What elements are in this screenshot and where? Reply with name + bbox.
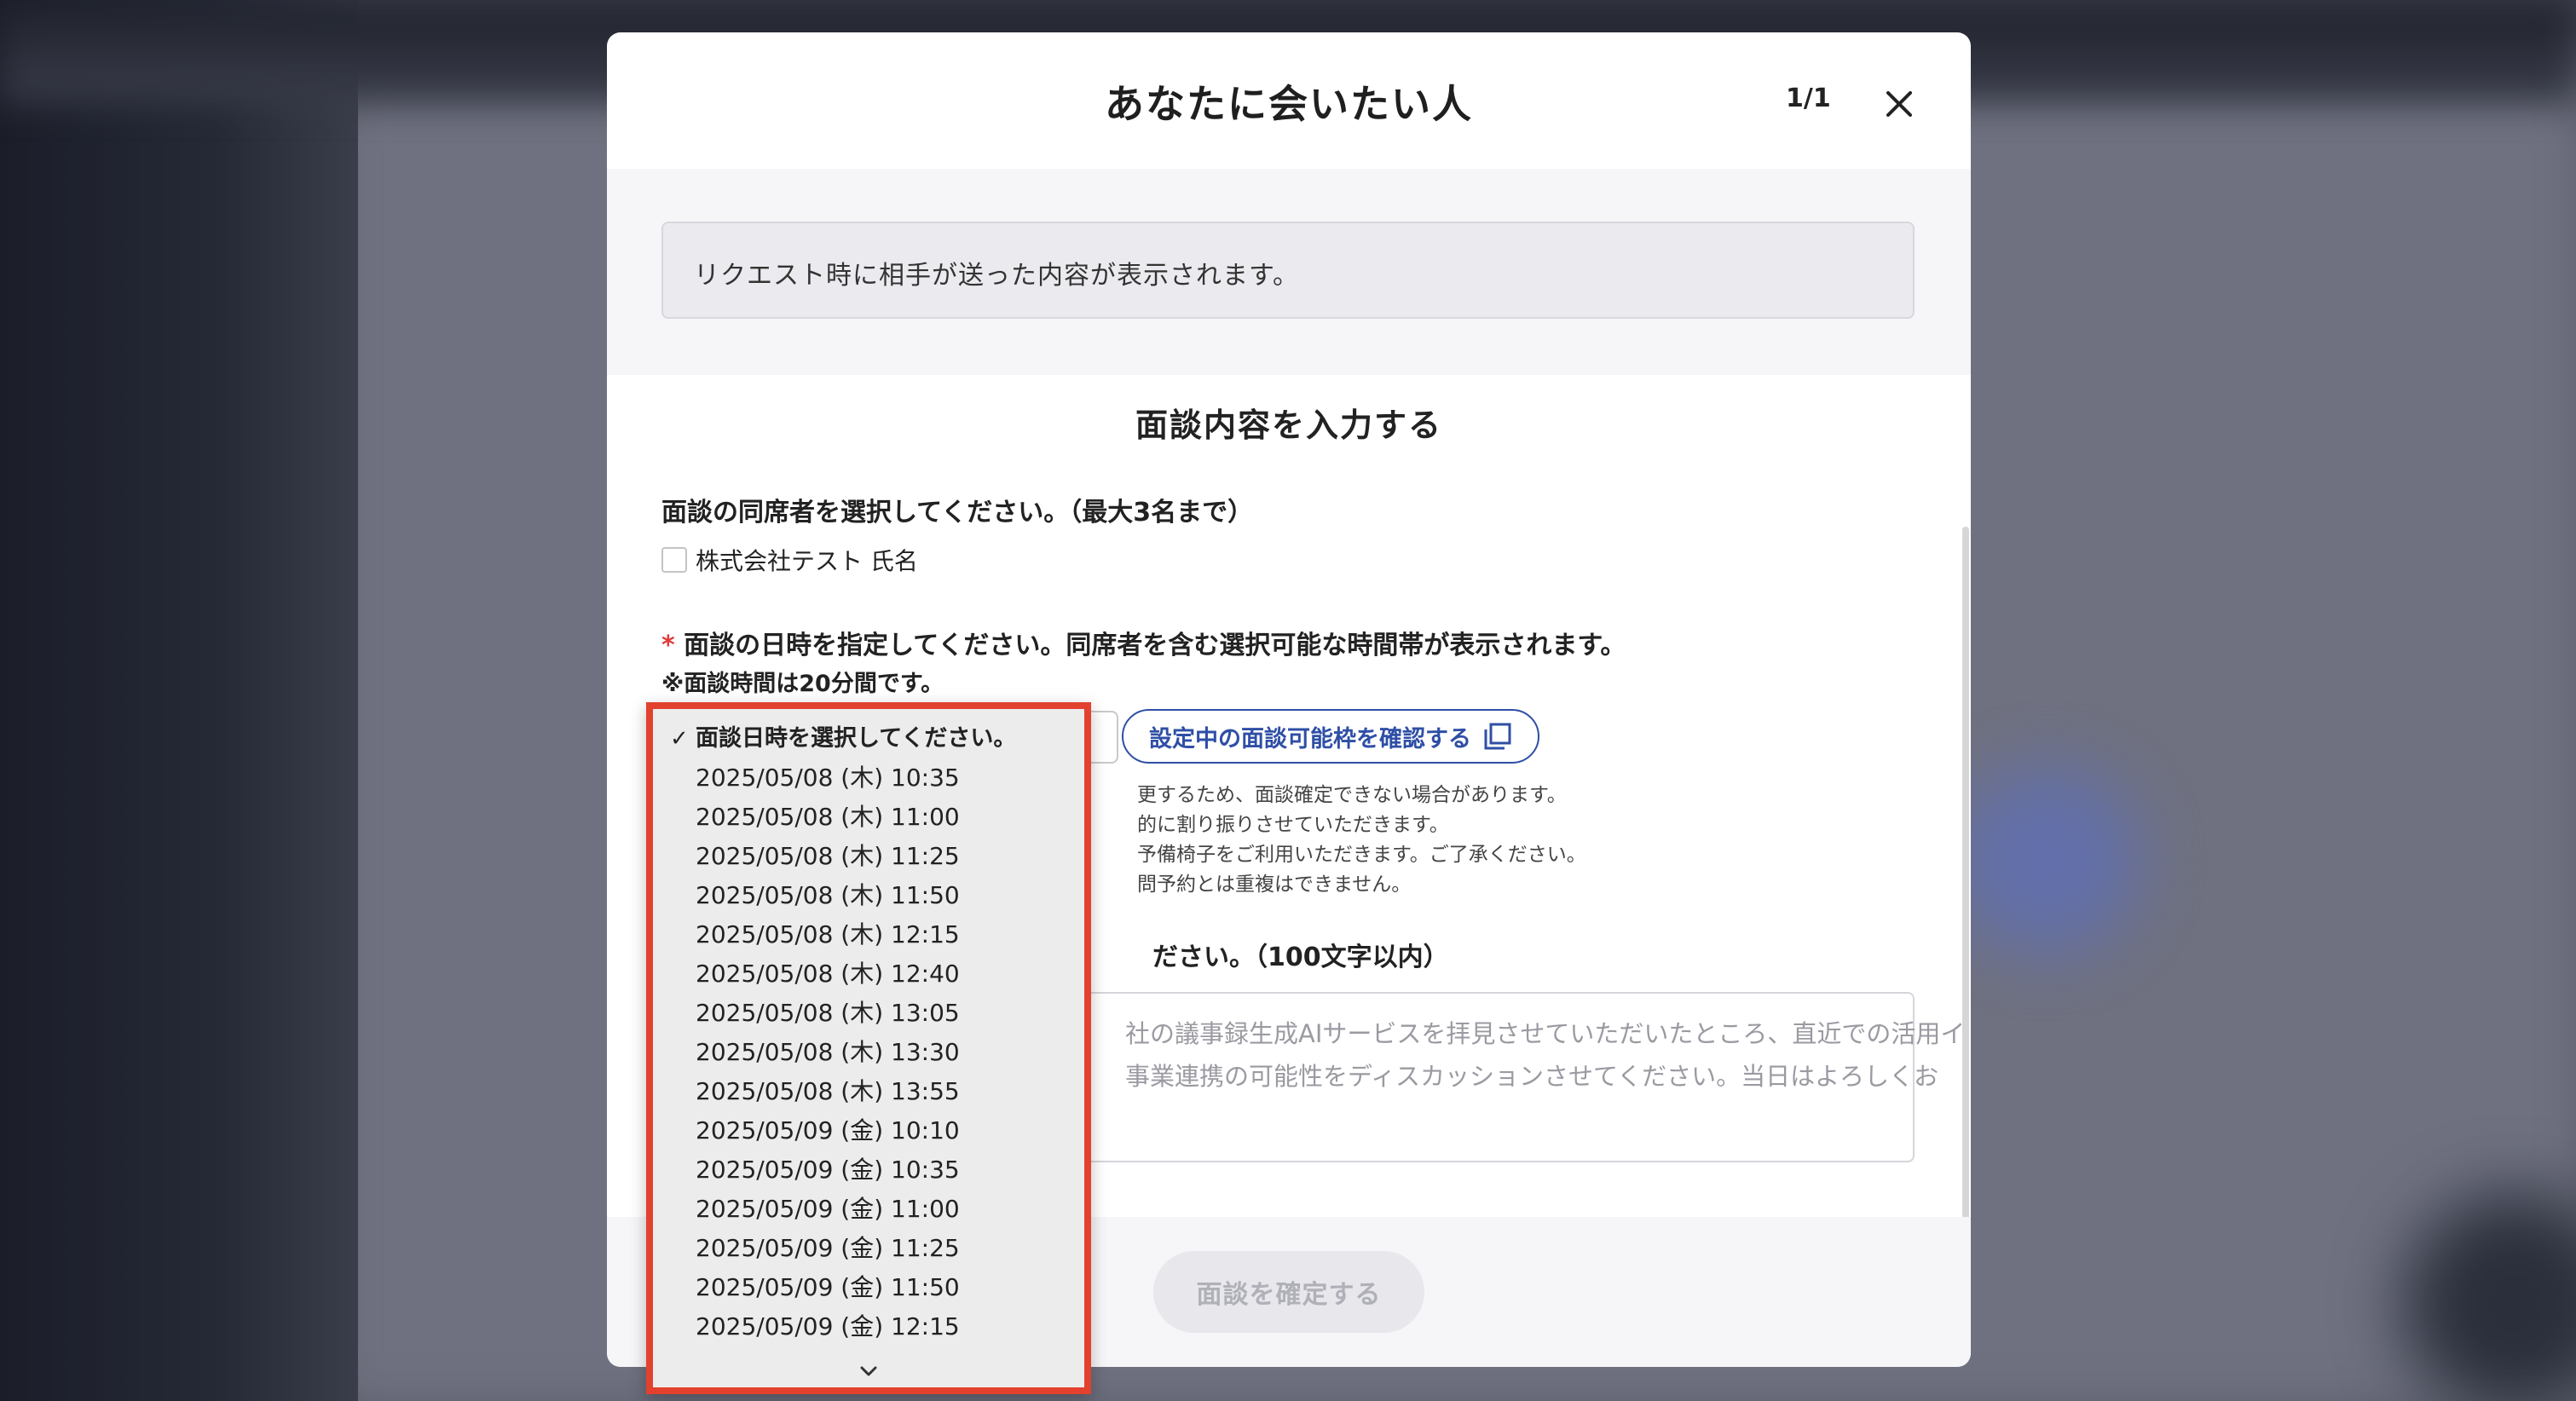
dropdown-option[interactable]: 2025/05/09 (金) 10:35 bbox=[653, 1150, 1084, 1190]
message-placeholder: 社の議事録生成AIサービスを拝見させていただいたところ、直近での活用イ 事業連携… bbox=[1125, 1012, 1966, 1098]
request-section: リクエスト時に相手が送った内容が表示されます。 bbox=[607, 169, 1971, 375]
dropdown-option[interactable]: 2025/05/08 (木) 11:25 bbox=[653, 837, 1084, 876]
submit-button[interactable]: 面談を確定する bbox=[1153, 1251, 1424, 1333]
modal-header: あなたに会いたい人 1/1 bbox=[607, 32, 1971, 169]
dropdown-option[interactable]: 2025/05/08 (木) 11:50 bbox=[653, 876, 1084, 915]
placeholder-line: 事業連携の可能性をディスカッションさせてください。当日はよろしくお bbox=[1125, 1062, 1939, 1091]
option-label: 2025/05/09 (金) 10:10 bbox=[696, 1116, 960, 1144]
request-content-box: リクエスト時に相手が送った内容が表示されます。 bbox=[661, 222, 1915, 319]
dropdown-option[interactable]: 2025/05/09 (金) 10:10 bbox=[653, 1111, 1084, 1150]
dropdown-option[interactable]: 2025/05/08 (木) 13:30 bbox=[653, 1033, 1084, 1072]
option-label: 2025/05/09 (金) 11:25 bbox=[696, 1234, 960, 1262]
window-icon bbox=[1483, 722, 1512, 751]
attendee-label: 面談の同席者を選択してください。（最大3名まで） bbox=[661, 498, 1254, 528]
option-label: 2025/05/09 (金) 12:15 bbox=[696, 1312, 960, 1340]
option-label: 2025/05/08 (木) 12:40 bbox=[696, 960, 960, 988]
option-label: 面談日時を選択してください。 bbox=[696, 725, 1017, 752]
option-label: 2025/05/08 (木) 11:50 bbox=[696, 881, 960, 909]
scrollbar[interactable] bbox=[1962, 527, 1969, 1251]
date-duration-note: ※面談時間は20分間です。 bbox=[661, 671, 944, 697]
option-label: 2025/05/08 (木) 11:00 bbox=[696, 803, 960, 831]
date-label-text: 面談の日時を指定してください。同席者を含む選択可能な時間帯が表示されます。 bbox=[684, 631, 1626, 660]
section-title: 面談内容を入力する bbox=[1135, 406, 1442, 444]
date-dropdown-list[interactable]: ✓ 面談日時を選択してください。 2025/05/08 (木) 10:35 20… bbox=[646, 702, 1091, 1394]
dropdown-option[interactable]: 2025/05/08 (木) 13:05 bbox=[653, 994, 1084, 1033]
dropdown-option[interactable]: 2025/05/08 (木) 13:55 bbox=[653, 1072, 1084, 1111]
placeholder-line: 社の議事録生成AIサービスを拝見させていただいたところ、直近での活用イ bbox=[1125, 1019, 1966, 1048]
attendee-checkbox[interactable] bbox=[661, 547, 687, 573]
option-label: 2025/05/08 (木) 12:15 bbox=[696, 920, 960, 948]
dropdown-option[interactable]: 2025/05/08 (木) 12:40 bbox=[653, 954, 1084, 994]
option-label: 2025/05/08 (木) 13:30 bbox=[696, 1038, 960, 1066]
option-label: 2025/05/08 (木) 10:35 bbox=[696, 764, 960, 792]
option-label: 2025/05/09 (金) 11:00 bbox=[696, 1195, 960, 1223]
confirm-slots-button[interactable]: 設定中の面談可能枠を確認する bbox=[1122, 709, 1539, 764]
option-label: 2025/05/08 (木) 13:05 bbox=[696, 999, 960, 1027]
submit-label: 面談を確定する bbox=[1196, 1280, 1382, 1310]
attendee-option[interactable]: 株式会社テスト 氏名 bbox=[661, 545, 918, 575]
dropdown-option-placeholder[interactable]: ✓ 面談日時を選択してください。 bbox=[653, 719, 1084, 758]
dropdown-scroll-down[interactable] bbox=[653, 1357, 1084, 1387]
page-counter: 1/1 bbox=[1786, 84, 1831, 113]
dropdown-option[interactable]: 2025/05/09 (金) 12:15 bbox=[653, 1307, 1084, 1346]
dropdown-option[interactable]: 2025/05/08 (木) 10:35 bbox=[653, 758, 1084, 798]
confirm-slots-label: 設定中の面談可能枠を確認する bbox=[1149, 725, 1471, 752]
date-label: * 面談の日時を指定してください。同席者を含む選択可能な時間帯が表示されます。 bbox=[661, 624, 1626, 661]
dropdown-option[interactable]: 2025/05/08 (木) 12:15 bbox=[653, 915, 1084, 954]
checkmark-icon: ✓ bbox=[670, 726, 689, 752]
modal-title: あなたに会いたい人 bbox=[1105, 81, 1473, 127]
option-label: 2025/05/08 (木) 11:25 bbox=[696, 842, 960, 870]
close-button[interactable] bbox=[1880, 85, 1918, 123]
close-icon bbox=[1886, 91, 1912, 117]
dropdown-option[interactable]: 2025/05/08 (木) 11:00 bbox=[653, 798, 1084, 837]
option-label: 2025/05/09 (金) 11:50 bbox=[696, 1273, 960, 1301]
dropdown-option[interactable]: 2025/05/09 (金) 11:25 bbox=[653, 1229, 1084, 1268]
option-label: 2025/05/09 (金) 10:35 bbox=[696, 1156, 960, 1184]
dropdown-option[interactable]: 2025/05/09 (金) 11:00 bbox=[653, 1190, 1084, 1229]
attendee-option-label: 株式会社テスト 氏名 bbox=[696, 547, 918, 575]
dropdown-option[interactable]: 2025/05/09 (金) 11:50 bbox=[653, 1268, 1084, 1307]
option-label: 2025/05/08 (木) 13:55 bbox=[696, 1077, 960, 1105]
request-note: リクエスト時に相手が送った内容が表示されます。 bbox=[694, 261, 1299, 291]
chevron-down-icon bbox=[860, 1366, 877, 1376]
required-mark: * bbox=[661, 631, 675, 660]
